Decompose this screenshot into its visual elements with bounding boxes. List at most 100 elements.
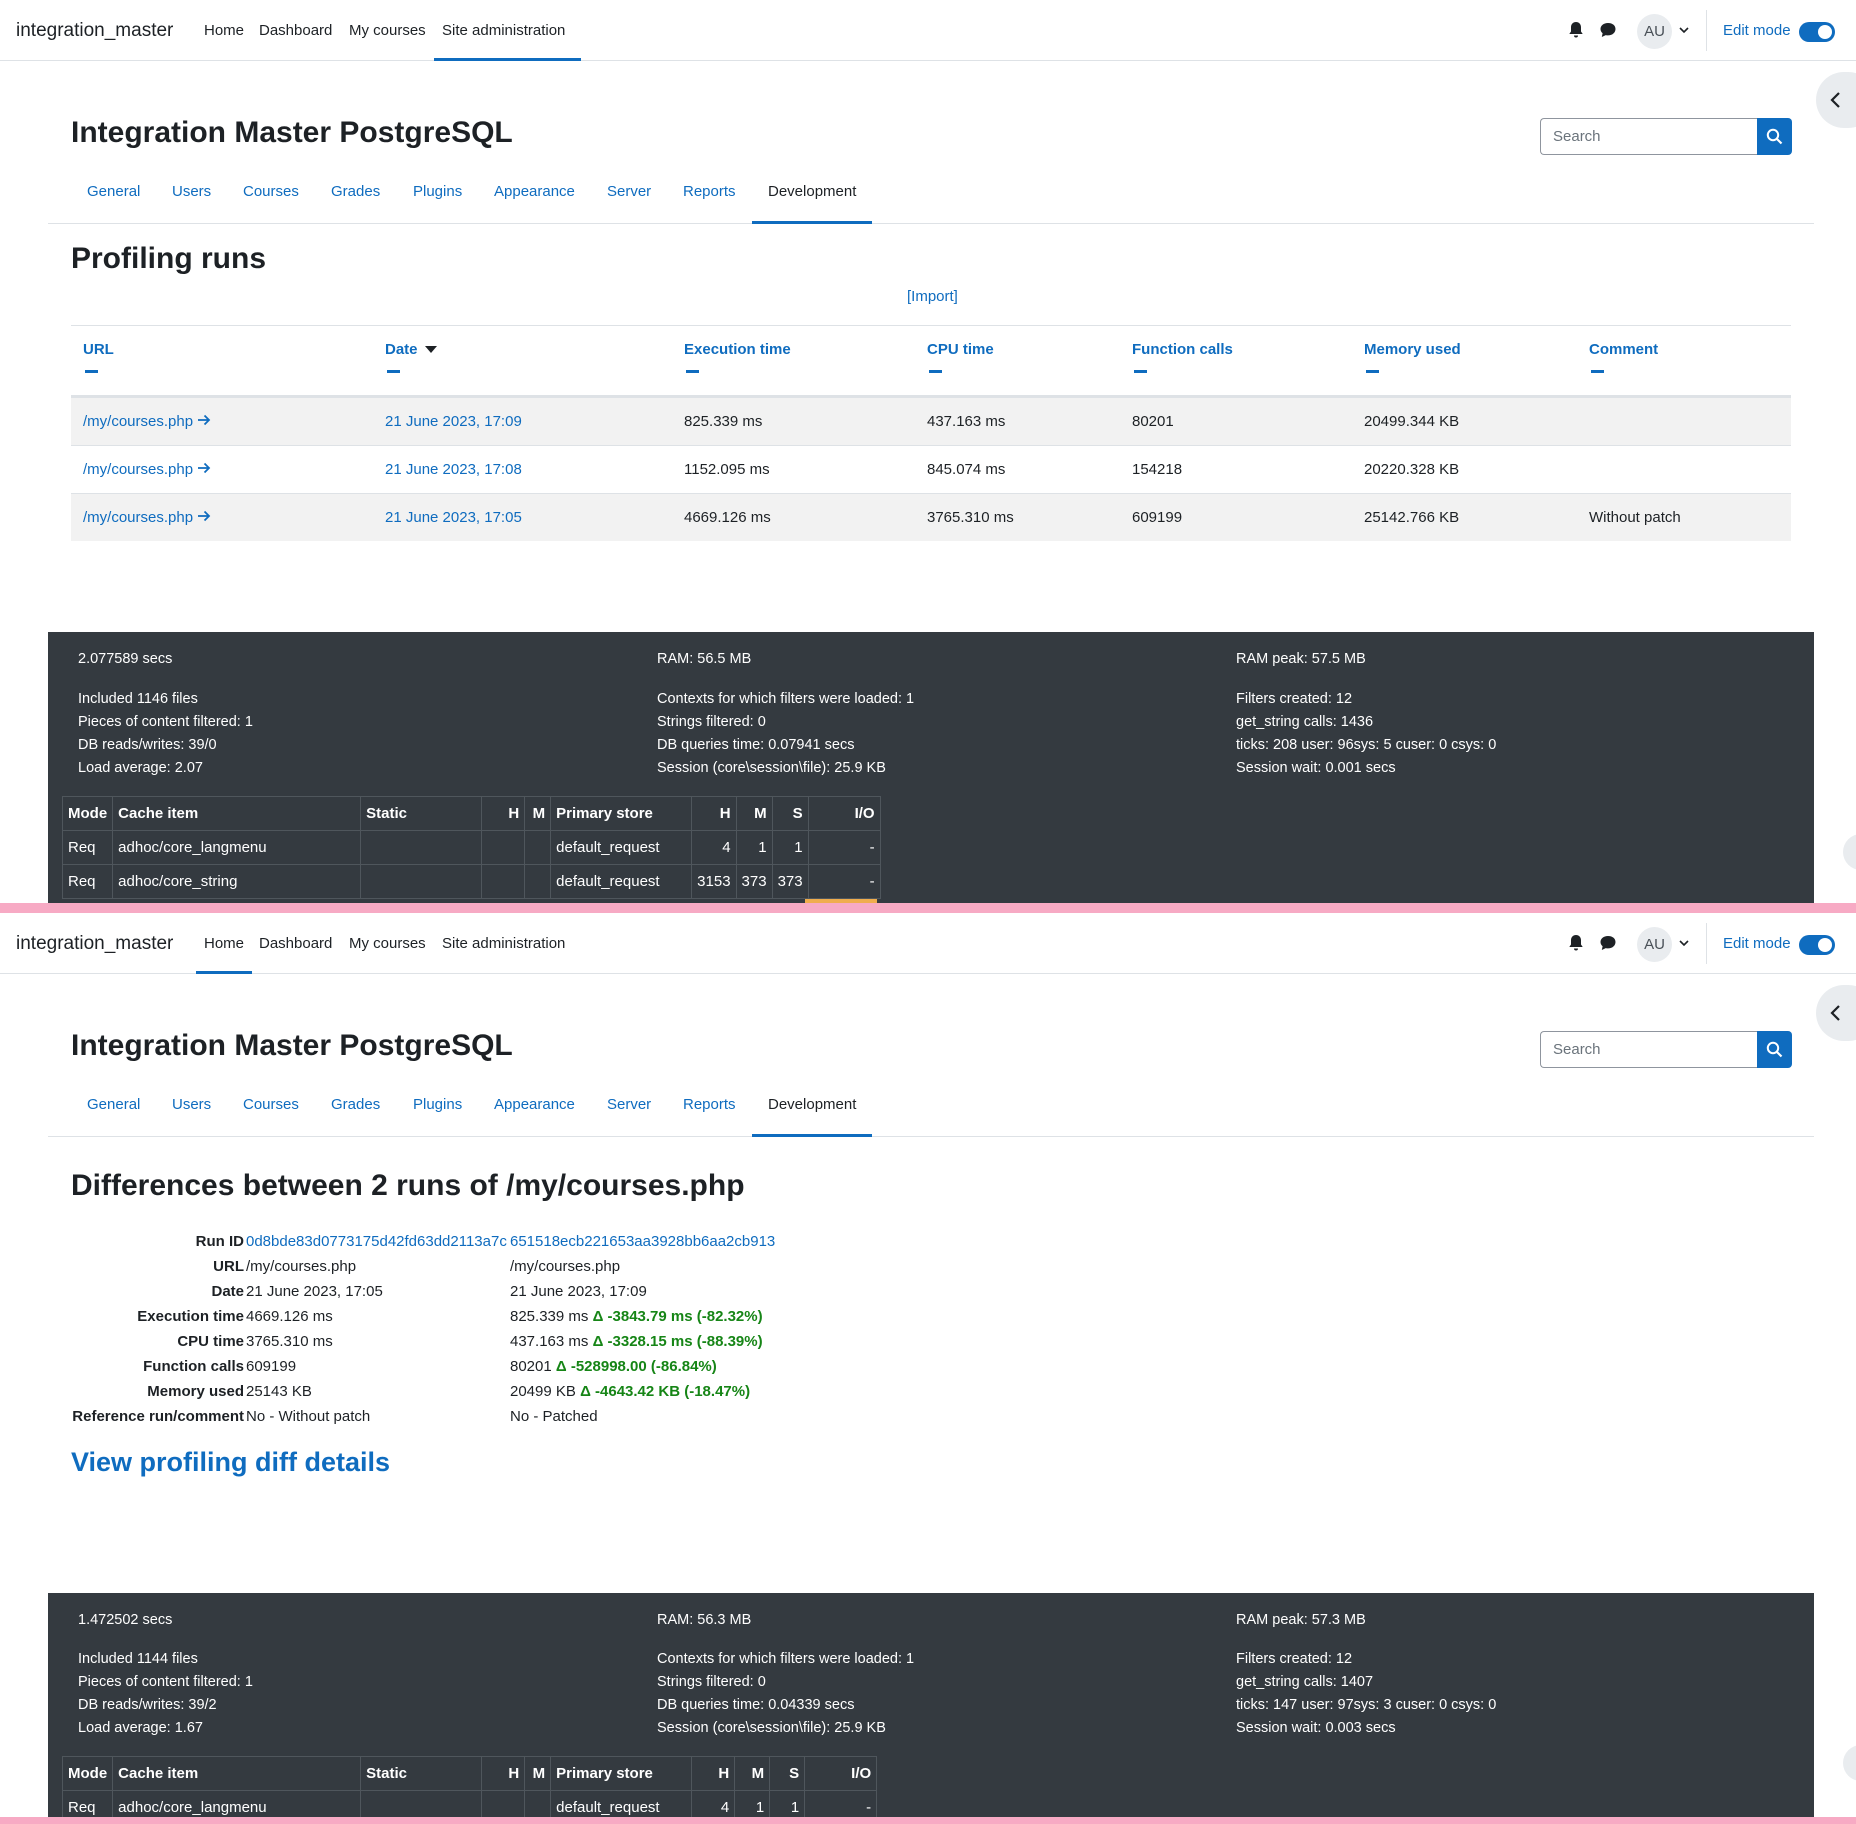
tab-courses[interactable]: Courses [243,170,299,224]
column-header-execution-time[interactable]: Execution time [684,341,791,358]
hide-column-icon[interactable] [387,370,400,373]
run-url-link[interactable]: /my/courses.php [83,413,211,430]
bell-icon[interactable] [1566,20,1586,40]
column-header-date[interactable]: Date [385,341,437,358]
open-drawer-button[interactable] [1816,72,1856,128]
cpu-time-cell: 3765.310 ms [927,509,1014,526]
user-avatar[interactable]: AU [1637,927,1672,962]
diff-label: Memory used [147,1383,244,1400]
run-id-b-link[interactable]: 651518ecb221653aa3928bb6aa2cb913 [510,1233,775,1250]
memory-used-cell: 25142.766 KB [1364,509,1460,526]
chevron-down-icon[interactable] [1676,22,1692,38]
view-profiling-diff-details-link[interactable]: View profiling diff details [71,1447,390,1478]
hide-column-icon[interactable] [686,370,699,373]
tab-server[interactable]: Server [607,170,651,224]
run-date-link[interactable]: 21 June 2023, 17:05 [385,509,522,526]
nav-site-administration[interactable]: Site administration [442,913,565,974]
footer-stat: RAM: 56.3 MB [657,1612,752,1628]
edit-mode-toggle[interactable] [1799,22,1835,42]
navbar-separator [1706,10,1707,51]
tab-server[interactable]: Server [607,1083,651,1137]
tab-reports[interactable]: Reports [683,170,736,224]
user-avatar[interactable]: AU [1637,14,1672,49]
tab-reports[interactable]: Reports [683,1083,736,1137]
sort-desc-icon [424,346,437,353]
search-button[interactable] [1757,118,1792,155]
nav-home[interactable]: Home [196,913,253,974]
tab-development[interactable]: Development [752,1083,873,1137]
hide-column-icon[interactable] [85,370,98,373]
column-header-cpu-time[interactable]: CPU time [927,341,994,358]
run-url-link[interactable]: /my/courses.php [83,509,211,526]
tab-development[interactable]: Development [752,170,873,224]
tab-general[interactable]: General [87,170,140,224]
table-row: /my/courses.php 21 June 2023, 17:09 825.… [71,397,1791,445]
import-link[interactable]: [Import] [907,288,958,305]
run-url-text: /my/courses.php [83,509,194,526]
hide-column-icon[interactable] [929,370,942,373]
nav-dashboard[interactable]: Dashboard [259,913,332,974]
search-input[interactable] [1540,118,1759,155]
diff-label: Date [211,1283,244,1300]
run-date-link[interactable]: 21 June 2023, 17:09 [385,413,522,430]
nav-my-courses[interactable]: My courses [349,0,426,61]
edit-mode-label: Edit mode [1723,22,1791,39]
hide-column-icon[interactable] [1134,370,1147,373]
tab-grades[interactable]: Grades [331,1083,380,1137]
help-button[interactable]: ? [1843,1745,1856,1781]
tab-appearance[interactable]: Appearance [494,170,575,224]
footer-stat: get_string calls: 1407 [1236,1674,1374,1690]
column-header-function-calls[interactable]: Function calls [1132,341,1233,358]
cache-col-header: H [691,1756,736,1791]
cache-cell [481,830,526,865]
cache-cell: 373 [735,864,773,899]
search-button[interactable] [1757,1031,1792,1068]
chat-icon[interactable] [1598,933,1618,953]
hide-column-icon[interactable] [1591,370,1604,373]
run-id-a-link[interactable]: 0d8bde83d0773175d42fd63dd2113a7c [246,1233,507,1250]
nav-my-courses[interactable]: My courses [349,913,426,974]
chevron-left-icon [1830,92,1840,108]
site-brand[interactable]: integration_master [16,933,173,955]
run-url-link[interactable]: /my/courses.php [83,461,211,478]
cache-col-header: Primary store [550,796,693,831]
profiling-runs-screen: integration_master Home Dashboard My cou… [0,0,1856,903]
nav-dashboard[interactable]: Dashboard [259,0,332,61]
tab-plugins[interactable]: Plugins [413,170,462,224]
cache-cell [481,1790,526,1817]
nav-home[interactable]: Home [204,0,244,61]
hide-column-icon[interactable] [1366,370,1379,373]
chevron-down-icon[interactable] [1676,935,1692,951]
cache-col-header: Static [360,796,483,831]
open-drawer-button[interactable] [1816,985,1856,1041]
search-input[interactable] [1540,1031,1759,1068]
column-header-memory-used[interactable]: Memory used [1364,341,1461,358]
footer-stat: Filters created: 12 [1236,1651,1353,1667]
footer-stat: Included 1144 files [78,1651,198,1667]
tab-plugins[interactable]: Plugins [413,1083,462,1137]
site-brand[interactable]: integration_master [16,20,173,42]
column-header-url[interactable]: URL [83,341,114,358]
tab-general[interactable]: General [87,1083,140,1137]
tab-courses[interactable]: Courses [243,1083,299,1137]
cache-col-header: Mode [61,796,114,831]
run-date-link[interactable]: 21 June 2023, 17:08 [385,461,522,478]
function-calls-cell: 609199 [1132,509,1183,526]
chat-icon[interactable] [1598,20,1618,40]
table-header: URL Date Execution time CPU time Functio… [71,325,1791,397]
diff-value-b: 437.163 ms [510,1333,589,1350]
column-header-comment[interactable]: Comment [1589,341,1658,358]
search-icon [1766,1041,1783,1058]
diff-value-a: 25143 KB [246,1383,312,1400]
nav-site-administration[interactable]: Site administration [434,0,582,61]
edit-mode-toggle[interactable] [1799,935,1835,955]
run-url-text: /my/courses.php [83,461,194,478]
help-button[interactable]: ? [1843,834,1856,870]
bell-icon[interactable] [1566,933,1586,953]
tab-users[interactable]: Users [172,1083,211,1137]
tab-users[interactable]: Users [172,170,211,224]
footer-stat: get_string calls: 1436 [1236,714,1374,730]
tab-appearance[interactable]: Appearance [494,1083,575,1137]
tab-grades[interactable]: Grades [331,170,380,224]
cache-col-header: S [771,796,809,831]
